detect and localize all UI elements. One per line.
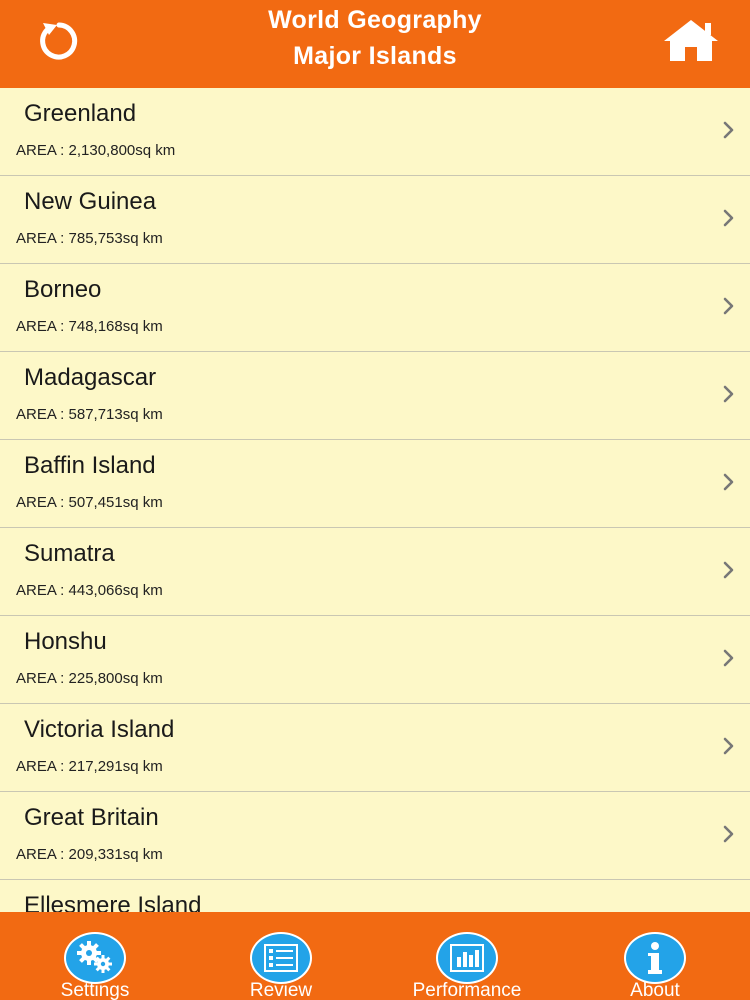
island-area: AREA : 209,331sq km [16,846,163,863]
tab-settings[interactable]: Settings [20,912,170,1000]
island-name: Great Britain [24,804,159,831]
tab-bar: Settings Review Performance About [0,912,750,1000]
island-name: Greenland [24,100,137,127]
island-name: Ellesmere Island [24,892,202,912]
settings-circle [64,932,126,984]
bar-chart-icon [450,944,484,972]
list-item[interactable]: Greenland AREA : 2,130,800sq km [0,88,750,176]
list-item[interactable]: Sumatra AREA : 443,066sq km [0,528,750,616]
page-title: Major Islands [293,42,457,70]
island-area: AREA : 217,291sq km [16,758,163,775]
list-item[interactable]: New Guinea AREA : 785,753sq km [0,176,750,264]
island-name: Honshu [24,628,107,655]
island-area: AREA : 2,130,800sq km [16,142,176,159]
island-area: AREA : 748,168sq km [16,318,163,335]
list-item[interactable]: Victoria Island AREA : 217,291sq km [0,704,750,792]
island-name: Borneo [24,276,102,303]
tab-review[interactable]: Review [206,912,356,1000]
island-name: Baffin Island [24,452,156,479]
info-icon [648,942,662,974]
chevron-right-icon [723,737,734,755]
tab-settings-label: Settings [60,980,130,1000]
chevron-right-icon [723,297,734,315]
island-area: AREA : 443,066sq km [16,582,163,599]
app-root: World Geography Major Islands Greenland A… [0,0,750,1000]
app-title: World Geography [268,6,482,34]
island-area: AREA : 225,800sq km [16,670,163,687]
list-item[interactable]: Borneo AREA : 748,168sq km [0,264,750,352]
tab-about-label: About [630,980,680,1000]
chevron-right-icon [723,209,734,227]
home-button[interactable] [660,14,722,66]
chevron-right-icon [723,473,734,491]
about-circle [624,932,686,984]
island-name: New Guinea [24,188,157,215]
island-name: Sumatra [24,540,115,567]
tab-performance-label: Performance [412,980,522,1000]
list-item[interactable]: Ellesmere Island [0,880,750,912]
list-item[interactable]: Baffin Island AREA : 507,451sq km [0,440,750,528]
gears-icon [77,941,112,973]
review-circle [250,932,312,984]
tab-performance[interactable]: Performance [392,912,542,1000]
home-icon [664,20,718,61]
review-list-icon [264,944,298,972]
tab-review-label: Review [249,980,313,1000]
island-name: Victoria Island [24,716,175,743]
island-area: AREA : 587,713sq km [16,406,163,423]
chevron-right-icon [723,561,734,579]
performance-circle [436,932,498,984]
island-name: Madagascar [24,364,157,391]
island-area: AREA : 507,451sq km [16,494,163,511]
island-list: Greenland AREA : 2,130,800sq km New Guinea… [0,88,750,912]
header-bar: World Geography Major Islands [0,0,750,88]
chevron-right-icon [723,825,734,843]
list-item[interactable]: Great Britain AREA : 209,331sq km [0,792,750,880]
list-item[interactable]: Madagascar AREA : 587,713sq km [0,352,750,440]
chevron-right-icon [723,385,734,403]
chevron-right-icon [723,649,734,667]
island-area: AREA : 785,753sq km [16,230,163,247]
tab-about[interactable]: About [580,912,730,1000]
chevron-right-icon [723,121,734,139]
list-item[interactable]: Honshu AREA : 225,800sq km [0,616,750,704]
